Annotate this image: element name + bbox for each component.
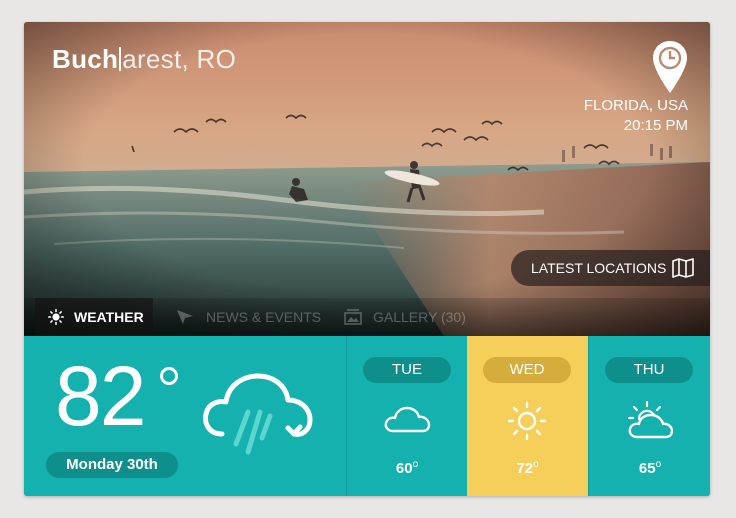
- day-temperature: 65o: [638, 459, 662, 477]
- sun-icon: [48, 309, 64, 325]
- text-cursor: [119, 47, 122, 71]
- location-clock-pin-icon[interactable]: [652, 40, 688, 94]
- hero-photo: Buch arest, RO FLORIDA, USA 20:15 PM LATE…: [24, 22, 710, 336]
- tab-news-label: NEWS & EVENTS: [206, 309, 322, 325]
- location-name: FLORIDA, USA: [583, 97, 688, 114]
- city-title[interactable]: Buch arest, RO: [52, 44, 236, 75]
- forecast-day-thu[interactable]: THU 65o: [588, 336, 710, 496]
- tab-news-events[interactable]: NEWS & EVENTS: [174, 298, 324, 336]
- tab-weather[interactable]: WEATHER: [35, 298, 153, 336]
- current-weather: 82 Monday 30th: [24, 336, 346, 496]
- day-label: THU: [605, 357, 693, 383]
- send-icon: [177, 310, 193, 324]
- day-temperature: 60o: [395, 459, 419, 477]
- day-label: TUE: [363, 357, 451, 383]
- city-typed-text: Buch: [52, 44, 119, 74]
- tab-gallery[interactable]: GALLERY (30): [342, 298, 472, 336]
- degree-symbol: [160, 367, 178, 385]
- cloud-icon: [384, 406, 431, 433]
- tab-gallery-label: GALLERY (30): [373, 309, 466, 325]
- city-autocomplete-text: arest, RO: [122, 44, 237, 74]
- rain-cloud-icon: [203, 373, 313, 455]
- forecast-day-wed[interactable]: WED 72o: [467, 336, 588, 496]
- current-date: Monday 30th: [46, 452, 178, 478]
- tab-bar: WEATHER NEWS & EVENTS GALLERY (30): [24, 298, 710, 336]
- current-temperature: 82: [55, 349, 146, 443]
- map-icon: [672, 258, 694, 278]
- sun-icon: [507, 401, 547, 441]
- day-temperature: 72o: [516, 459, 539, 477]
- latest-locations-button[interactable]: LATEST LOCATIONS: [511, 250, 710, 286]
- tab-weather-label: WEATHER: [74, 309, 144, 325]
- gallery-icon: [344, 309, 362, 325]
- partly-cloudy-icon: [627, 401, 673, 439]
- forecast-panel: 82 Monday 30th TUE 60o WED 72o THU 65o: [24, 336, 710, 496]
- latest-locations-label: LATEST LOCATIONS: [531, 260, 667, 276]
- forecast-day-tue[interactable]: TUE 60o: [346, 336, 467, 496]
- location-time: 20:15 PM: [623, 117, 688, 134]
- weather-widget: Buch arest, RO FLORIDA, USA 20:15 PM LATE…: [24, 22, 710, 496]
- day-label: WED: [483, 357, 571, 383]
